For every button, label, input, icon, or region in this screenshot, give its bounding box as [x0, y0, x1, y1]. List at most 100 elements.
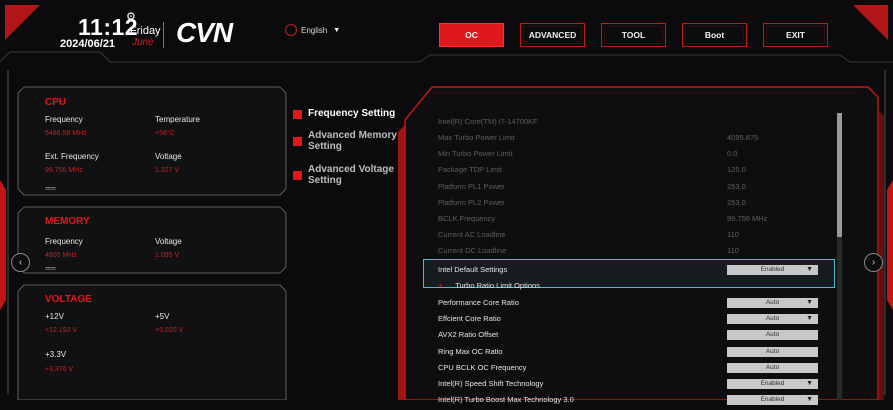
cpu-ext-frequency-label: Ext. Frequency	[45, 152, 99, 161]
plus-icon: +	[438, 281, 443, 290]
cpu-temperature-label: Temperature	[155, 115, 200, 124]
settings-row: Platform PL2 Power 253.0	[438, 197, 830, 213]
menu-label: Advanced Voltage Setting	[308, 164, 394, 186]
setting-dropdown[interactable]: Auto ▼	[727, 298, 818, 308]
voltage-5v-label: +5V	[155, 312, 170, 321]
settings-row[interactable]: Effcient Core Ratio Auto ▼	[438, 313, 830, 329]
cpu-frequency-value: 5486.58 MHz	[45, 130, 87, 137]
menu-bullet	[293, 171, 302, 180]
day-name: Friday	[130, 25, 161, 37]
cpu-voltage-value: 1.327 V	[155, 167, 180, 174]
menu-label: Frequency Setting	[308, 108, 396, 119]
tab-oc[interactable]: OC	[439, 23, 504, 47]
dropdown-value: Auto	[765, 299, 780, 306]
setting-name: BCLK Frequency	[438, 214, 496, 223]
setting-value: 110	[727, 230, 739, 239]
voltage-panel-title: VOLTAGE	[45, 294, 92, 305]
setting-name: Current DC Loadline	[438, 246, 507, 255]
chevron-down-icon: ▼	[806, 380, 813, 387]
chevron-left-icon[interactable]: ‹	[11, 253, 30, 272]
setting-value: 110	[727, 246, 739, 255]
setting-name: Platform PL2 Power	[438, 198, 505, 207]
tab-boot[interactable]: Boot	[682, 23, 747, 47]
setting-name: Intel Default Settings	[438, 265, 508, 274]
setting-name: AVX2 Ratio Offset	[438, 330, 499, 339]
setting-name: Intel(R) Core(TM) i7-14700KF	[438, 117, 538, 126]
panel-ornament: ≈≈≈	[45, 184, 56, 193]
cpu-voltage-label: Voltage	[155, 152, 182, 161]
brand-logo: CVN	[176, 17, 233, 48]
setting-dropdown[interactable]: Enabled ▼	[727, 379, 818, 389]
dropdown-value: Enabled	[760, 380, 785, 387]
setting-value: 0.0	[727, 149, 738, 158]
menu-frequency-setting[interactable]: Frequency Setting	[293, 108, 403, 119]
settings-row[interactable]: CPU BCLK OC Frequency Auto	[438, 362, 830, 378]
input-value: Auto	[765, 331, 780, 338]
tab-exit[interactable]: EXIT	[763, 23, 828, 47]
tab-tool[interactable]: TOOL	[601, 23, 666, 47]
chevron-down-icon: ▼	[806, 266, 813, 273]
scrollbar-thumb[interactable]	[837, 113, 842, 237]
setting-value: 4095.875	[727, 133, 759, 142]
language-select[interactable]: o English ▼	[285, 24, 340, 36]
settings-row: Current AC Loadline 110	[438, 229, 830, 245]
setting-name: + Turbo Ratio Limit Options	[438, 281, 540, 290]
settings-row[interactable]: Intel(R) Speed Shift Technology Enabled …	[438, 378, 830, 394]
settings-row[interactable]: Ring Max OC Ratio Auto	[438, 346, 830, 362]
menu-bullet	[293, 137, 302, 146]
setting-name: Platform PL1 Power	[438, 182, 505, 191]
setting-input[interactable]: Auto	[727, 347, 818, 357]
settings-row: Package TDP Limit 125.0	[438, 164, 830, 180]
input-value: Auto	[765, 364, 780, 371]
chevron-down-icon: ▼	[806, 315, 813, 322]
setting-value: 99.756 MHz	[727, 214, 768, 223]
header-divider	[163, 22, 164, 48]
menu-advanced-memory[interactable]: Advanced Memory Setting	[293, 130, 400, 152]
settings-row[interactable]: Performance Core Ratio Auto ▼	[438, 297, 830, 313]
setting-name: Current AC Loadline	[438, 230, 506, 239]
setting-value: 125.0	[727, 165, 746, 174]
voltage-12v-value: +12.192 V	[45, 327, 78, 334]
setting-dropdown[interactable]: Auto ▼	[727, 314, 818, 324]
settings-row: BCLK Frequency 99.756 MHz	[438, 213, 830, 229]
menu-advanced-voltage[interactable]: Advanced Voltage Setting	[293, 164, 398, 186]
submenu-label: Turbo Ratio Limit Options	[455, 281, 540, 290]
voltage-33v-label: +3.3V	[45, 350, 67, 359]
cpu-temperature-value: +56°C	[155, 130, 175, 137]
tab-advanced[interactable]: ADVANCED	[520, 23, 585, 47]
memory-voltage-value: 1.095 V	[155, 252, 180, 259]
month-text: June	[132, 37, 154, 48]
memory-voltage-label: Voltage	[155, 237, 182, 246]
voltage-12v-label: +12V	[45, 312, 64, 321]
setting-name: Ring Max OC Ratio	[438, 347, 503, 356]
voltage-33v-value: +3.376 V	[45, 366, 74, 373]
setting-input[interactable]: Auto	[727, 363, 818, 373]
setting-dropdown[interactable]: Enabled ▼	[727, 395, 818, 405]
settings-row[interactable]: AVX2 Ratio Offset Auto	[438, 329, 830, 345]
settings-row[interactable]: Intel(R) Turbo Boost Max Technology 3.0 …	[438, 394, 830, 410]
memory-frequency-label: Frequency	[45, 237, 83, 246]
setting-name: Effcient Core Ratio	[438, 314, 501, 323]
setting-name: Max Turbo Power Limit	[438, 133, 515, 142]
gear-icon[interactable]: ⚙	[126, 10, 136, 23]
chevron-down-icon: ▼	[806, 396, 813, 403]
setting-name: Package TDP Limit	[438, 165, 502, 174]
chevron-right-icon[interactable]: ›	[864, 253, 883, 272]
settings-row-selected[interactable]: Intel Default Settings Enabled ▼	[438, 264, 830, 280]
setting-input[interactable]: Auto	[727, 330, 818, 340]
setting-dropdown[interactable]: Enabled ▼	[727, 265, 818, 275]
settings-row-submenu[interactable]: + Turbo Ratio Limit Options	[438, 280, 830, 296]
memory-panel-title: MEMORY	[45, 216, 90, 227]
menu-bullet	[293, 110, 302, 119]
globe-icon: o	[285, 24, 297, 36]
memory-frequency-value: 4800 MHz	[45, 252, 77, 259]
voltage-5v-value: +5.020 V	[155, 327, 184, 334]
menu-label: Advanced Memory Setting	[308, 130, 397, 152]
dropdown-value: Enabled	[760, 266, 785, 273]
settings-row: Max Turbo Power Limit 4095.875	[438, 132, 830, 148]
cpu-panel-title: CPU	[45, 97, 67, 108]
language-label: English	[301, 25, 328, 35]
panel-ornament: ≈≈≈	[45, 264, 56, 273]
setting-value: 253.0	[727, 182, 746, 191]
dropdown-value: Auto	[765, 315, 780, 322]
